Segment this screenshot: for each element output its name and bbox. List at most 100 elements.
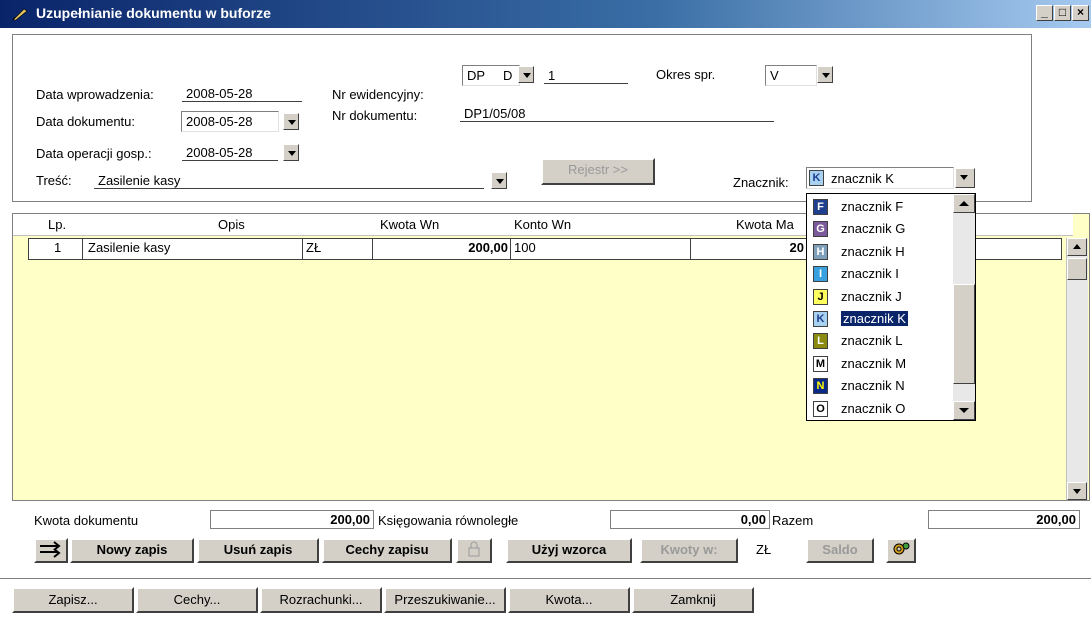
marker-f-icon: F — [813, 199, 828, 215]
data-dokumentu-label: Data dokumentu: — [36, 114, 136, 129]
dropdown-scroll-down[interactable] — [953, 401, 975, 420]
data-dokumentu-field[interactable]: 2008-05-28 — [181, 111, 279, 132]
cell-separator — [510, 238, 511, 260]
dropdown-item[interactable]: Iznacznik I — [809, 263, 957, 286]
nr-ewidencyjny-type-combo[interactable]: DP D — [462, 65, 520, 86]
dropdown-scroll-up[interactable] — [953, 194, 975, 213]
znacznik-dropdown-list[interactable]: Fznacznik F Gznacznik G Hznacznik H Iznaczn… — [806, 193, 976, 421]
dropdown-item[interactable]: Gznacznik G — [809, 218, 957, 241]
cell-opis[interactable]: Zasilenie kasy — [88, 240, 170, 255]
dropdown-item-label: znacznik I — [841, 266, 899, 282]
nr-ewidencyjny-number-field[interactable]: 1 — [544, 68, 628, 84]
lock-icon — [468, 541, 480, 557]
data-wprowadzenia-field[interactable]: 2008-05-28 — [182, 86, 302, 102]
marker-n-icon: N — [813, 378, 828, 395]
rozrachunki-button[interactable]: Rozrachunki... — [260, 587, 382, 613]
okres-dropdown-button[interactable] — [817, 66, 833, 83]
dropdown-item-label: znacznik N — [841, 378, 905, 394]
tresc-field[interactable]: Zasilenie kasy — [94, 173, 484, 189]
column-header-kwota-wn[interactable]: Kwota Wn — [380, 217, 439, 232]
arrow-up-icon — [1073, 244, 1081, 249]
scroll-down-button[interactable] — [1067, 482, 1087, 500]
dropdown-item-label: znacznik J — [841, 288, 902, 304]
przeszukiwanie-button[interactable]: Przeszukiwanie... — [384, 587, 506, 613]
zamknij-button[interactable]: Zamknij — [632, 587, 754, 613]
title-bar[interactable]: Uzupełnianie dokumentu w buforze _ □ × — [0, 0, 1091, 28]
settings-button[interactable] — [886, 538, 916, 563]
scroll-toggle-button[interactable] — [34, 538, 68, 563]
marker-j-icon: J — [813, 288, 828, 305]
data-wprowadzenia-label: Data wprowadzenia: — [36, 87, 154, 102]
uzyj-wzorca-button[interactable]: Użyj wzorca — [506, 538, 632, 563]
dropdown-scrollbar[interactable] — [953, 194, 975, 420]
znacznik-dropdown-button[interactable] — [955, 168, 975, 188]
data-operacji-field[interactable]: 2008-05-28 — [182, 145, 278, 161]
cell-separator — [690, 238, 691, 260]
znacznik-label: Znacznik: — [733, 175, 789, 190]
nr-ewidencyjny-label: Nr ewidencyjny: — [332, 87, 424, 102]
double-arrow-icon — [40, 541, 61, 558]
dropdown-item-label: znacznik F — [841, 199, 904, 214]
scroll-up-button[interactable] — [1067, 238, 1087, 256]
rejestr-button[interactable]: Rejestr >> — [541, 158, 655, 185]
razem-value: 200,00 — [928, 510, 1080, 529]
grid-scrollbar[interactable] — [1066, 238, 1088, 500]
cell-kwota-wn[interactable]: 200,00 — [376, 240, 508, 255]
maximize-button[interactable]: □ — [1054, 5, 1071, 21]
kwota-button[interactable]: Kwota... — [508, 587, 630, 613]
dropdown-item[interactable]: Hznacznik H — [809, 241, 957, 264]
kwota-dokumentu-label: Kwota dokumentu — [34, 513, 139, 528]
cell-konto-wn[interactable]: 100 — [514, 240, 536, 255]
znacznik-combo[interactable]: K znacznik K — [806, 167, 954, 189]
dropdown-item[interactable]: Nznacznik N — [809, 375, 957, 398]
cechy-button[interactable]: Cechy... — [136, 587, 258, 613]
column-header-opis[interactable]: Opis — [218, 217, 245, 232]
column-header-kwota-ma[interactable]: Kwota Ma — [736, 217, 794, 232]
nr-dokumentu-field[interactable]: DP1/05/08 — [460, 106, 774, 122]
data-dokumentu-dropdown-button[interactable] — [283, 113, 299, 130]
dropdown-scroll-thumb[interactable] — [953, 284, 975, 384]
arrow-down-icon — [959, 408, 969, 413]
tresc-dropdown-button[interactable] — [491, 172, 507, 189]
dropdown-item[interactable]: Lznacznik L — [809, 330, 957, 353]
arrow-up-icon — [959, 201, 969, 206]
data-operacji-dropdown-button[interactable] — [283, 144, 299, 161]
nowy-zapis-button[interactable]: Nowy zapis — [70, 538, 194, 563]
okres-field[interactable]: V — [765, 65, 817, 86]
zapisz-button[interactable]: Zapisz... — [12, 587, 134, 613]
cell-separator — [372, 238, 373, 260]
close-button[interactable]: × — [1072, 5, 1089, 21]
column-header-konto-wn[interactable]: Konto Wn — [514, 217, 571, 232]
tresc-label: Treść: — [36, 173, 72, 188]
marker-h-icon: H — [813, 243, 828, 260]
kwoty-w-button[interactable]: Kwoty w: — [640, 538, 738, 563]
dropdown-item[interactable]: Fznacznik F — [809, 196, 957, 219]
window-title: Uzupełnianie dokumentu w buforze — [36, 5, 271, 21]
znacznik-value: znacznik K — [831, 171, 894, 186]
saldo-button[interactable]: Saldo — [806, 538, 874, 563]
dropdown-item[interactable]: Oznacznik O — [809, 398, 957, 421]
kwota-dokumentu-value: 200,00 — [210, 510, 374, 529]
cell-separator — [302, 238, 303, 260]
usun-zapis-button[interactable]: Usuń zapis — [197, 538, 319, 563]
lock-button[interactable] — [456, 538, 492, 563]
marker-g-icon: G — [813, 221, 828, 238]
nr-ewidencyjny-sub: D — [503, 68, 513, 83]
nr-ewidencyjny-dropdown-button[interactable] — [518, 66, 534, 83]
cell-kwota-ma[interactable]: 20 — [694, 240, 804, 255]
scroll-thumb[interactable] — [1067, 258, 1087, 280]
dropdown-item[interactable]: Kznacznik K — [809, 308, 957, 331]
dropdown-item[interactable]: Jznacznik J — [809, 286, 957, 309]
cell-waluta[interactable]: ZŁ — [306, 240, 321, 255]
ksiegowania-label: Księgowania równoległe — [378, 513, 519, 528]
minimize-button[interactable]: _ — [1036, 5, 1053, 21]
marker-k-icon: K — [809, 170, 824, 186]
marker-l-icon: L — [813, 333, 828, 350]
column-header-lp[interactable]: Lp. — [48, 217, 66, 232]
cell-lp[interactable]: 1 — [54, 240, 61, 255]
pen-icon — [12, 8, 28, 21]
cechy-zapisu-button[interactable]: Cechy zapisu — [322, 538, 452, 563]
dropdown-item[interactable]: Mznacznik M — [809, 353, 957, 376]
ksiegowania-value: 0,00 — [610, 510, 770, 529]
okres-label: Okres spr. — [656, 67, 716, 82]
